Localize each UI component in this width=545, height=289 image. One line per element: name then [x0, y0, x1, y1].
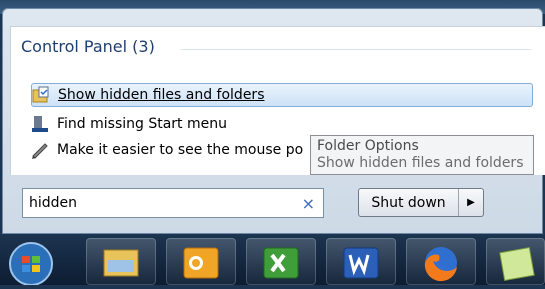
search-input[interactable] — [25, 192, 303, 214]
result-label: Make it easier to see the mouse po — [57, 142, 304, 158]
group-divider — [181, 49, 531, 50]
clear-search-icon[interactable]: × — [302, 194, 315, 213]
shutdown-label[interactable]: Shut down — [359, 189, 459, 216]
search-box[interactable]: × — [22, 188, 324, 218]
tooltip: Folder Options Show hidden files and fol… — [310, 135, 534, 175]
shutdown-options-arrow-icon[interactable]: ▶ — [459, 189, 483, 216]
result-label: Show hidden files and folders — [58, 87, 265, 103]
word-icon[interactable] — [326, 238, 396, 285]
outlook-icon[interactable] — [166, 238, 236, 285]
group-header-control-panel[interactable]: Control Panel (3) — [21, 37, 155, 56]
result-label: Find missing Start menu — [57, 116, 227, 132]
result-find-start-menu[interactable]: Find missing Start menu — [31, 113, 227, 135]
result-mouse-pointer[interactable]: Make it easier to see the mouse po — [31, 139, 303, 161]
shutdown-button[interactable]: Shut down ▶ — [358, 188, 484, 217]
excel-icon[interactable] — [246, 238, 316, 285]
mouse-pointer-icon — [31, 141, 49, 159]
notes-icon[interactable] — [486, 238, 545, 285]
tooltip-description: Show hidden files and folders — [317, 155, 524, 171]
windows-explorer-icon[interactable] — [86, 238, 156, 285]
start-orb[interactable] — [0, 238, 62, 286]
taskbar — [0, 234, 545, 286]
taskbar-icon — [31, 115, 49, 133]
folder-options-icon — [32, 86, 50, 104]
tooltip-title: Folder Options — [317, 138, 419, 154]
result-show-hidden-files[interactable]: Show hidden files and folders — [31, 83, 533, 107]
start-menu: Control Panel (3) Show hidden files and … — [2, 8, 545, 234]
firefox-icon[interactable] — [406, 238, 476, 285]
